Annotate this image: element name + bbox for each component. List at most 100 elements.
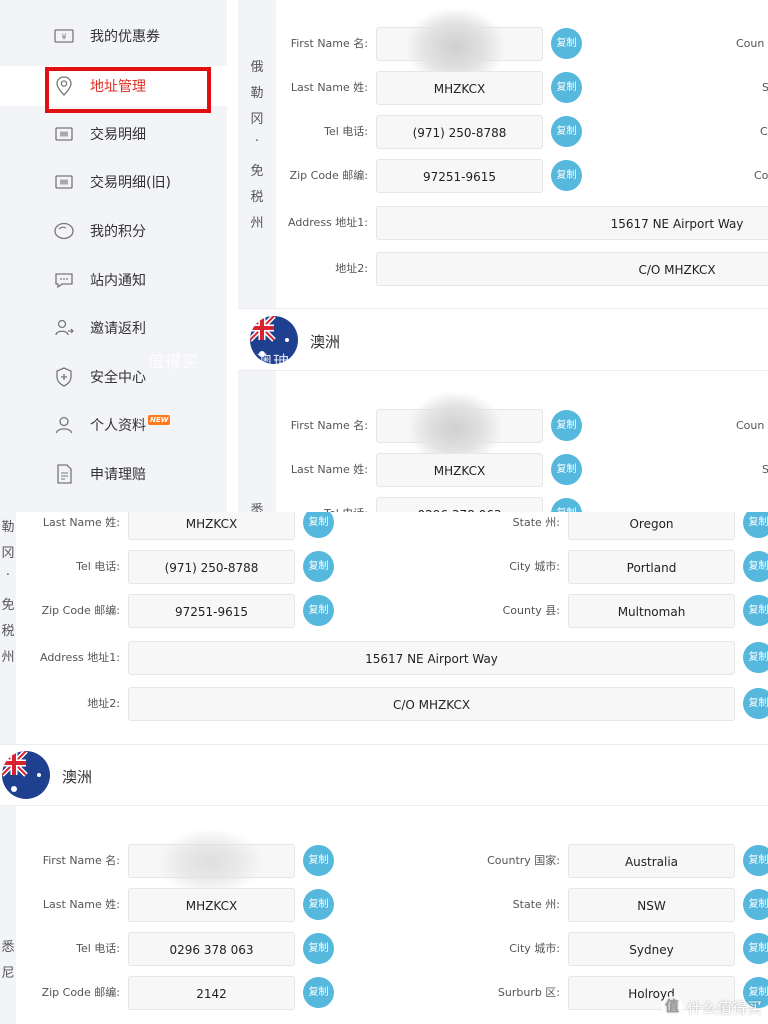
field-label: Co [754,169,768,182]
field-label: Tel 电话: [76,942,120,955]
top-screenshot: ¥ 我的优惠券 地址管理 交易明细 交易明细(旧) 我的积分 站内通知 邀请返利… [0,0,768,512]
highlight-box [45,67,211,113]
sidebar-item-invite[interactable]: 邀请返利 [0,308,227,348]
country-heading: 澳洲 [310,333,341,351]
sidebar-item-label: 个人资料 [90,418,146,434]
sidebar-item-notifications[interactable]: 站内通知 [0,260,227,300]
sidebar-item-label: 站内通知 [90,273,146,289]
copy-button[interactable]: 复制 [303,933,334,964]
sidebar-item-claims[interactable]: 申请理赔 [0,454,227,494]
address1-row: Address 地址1: 15617 NE Airport Way [238,206,768,240]
copy-button[interactable]: 复制 [303,512,334,538]
sidebar-item-transactions[interactable]: 交易明细 [0,114,227,154]
address2-field[interactable]: C/O MHZKCX [128,687,735,721]
last-name-field[interactable]: MHZKCX [376,453,543,487]
watermark-text: 值得买 [148,352,200,371]
account-sidebar: ¥ 我的优惠券 地址管理 交易明细 交易明细(旧) 我的积分 站内通知 邀请返利… [0,0,227,512]
tel-field[interactable]: 0296 378 063 [376,497,543,512]
copy-button[interactable]: 复制 [551,28,582,59]
copy-button[interactable]: 复制 [551,160,582,191]
state-field[interactable]: NSW [568,888,735,922]
first-name-row: First Name 名: 复制 Coun [238,9,768,85]
receipt-icon [53,171,75,193]
australia-flag-icon [2,751,50,799]
field-label: Zip Code 邮编: [41,604,120,617]
field-label: Coun [736,37,765,50]
copy-button[interactable]: 复制 [743,933,768,964]
last-name-row: Last Name 姓: MHZKCX 复制 State 州: Oregon 复… [0,512,768,540]
field-label: State 州: [512,898,560,911]
copy-button[interactable]: 复制 [743,512,768,538]
zip-field[interactable]: 2142 [128,976,295,1010]
county-field[interactable]: Multnomah [568,594,735,628]
copy-button[interactable]: 复制 [743,551,768,582]
section-divider [238,370,768,371]
last-name-field[interactable]: MHZKCX [376,71,543,105]
copy-button[interactable]: 复制 [743,595,768,626]
address1-field[interactable]: 15617 NE Airport Way [128,641,735,675]
city-field[interactable]: Sydney [568,932,735,966]
field-label: S [762,463,768,476]
last-name-field[interactable]: MHZKCX [128,888,295,922]
sidebar-item-label: 安全中心 [90,370,146,386]
sidebar-item-points[interactable]: 我的积分 [0,211,227,251]
copy-button[interactable]: 复制 [303,845,334,876]
bottom-screenshot: 勒 冈 · 免 税 州 Last Name 姓: MHZKCX 复制 State… [0,512,768,1024]
address2-row: 地址2: C/O MHZKCX 复制 [0,687,768,721]
sidebar-item-label: 我的积分 [90,224,146,240]
zip-field[interactable]: 97251-9615 [128,594,295,628]
sidebar-item-transactions-old[interactable]: 交易明细(旧) [0,162,227,202]
field-label: Tel 电话: [276,497,368,512]
field-label: Zip Code 邮编: [41,986,120,999]
zip-field[interactable]: 97251-9615 [376,159,543,193]
copy-button[interactable]: 复制 [551,410,582,441]
city-field[interactable]: Portland [568,550,735,584]
sidebar-item-label: 交易明细(旧) [90,175,171,191]
copy-button[interactable]: 复制 [303,889,334,920]
country-field[interactable]: Australia [568,844,735,878]
sidebar-item-label: 我的优惠券 [90,29,160,45]
address1-field[interactable]: 15617 NE Airport Way [376,206,768,240]
field-label: Tel 电话: [324,125,368,138]
tel-field[interactable]: (971) 250-8788 [376,115,543,149]
sidebar-item-profile[interactable]: 个人资料 NEW [0,405,227,445]
copy-button[interactable]: 复制 [303,551,334,582]
field-label: First Name 名: [290,419,368,432]
field-label: Address 地址1: [39,651,120,664]
sidebar-item-coupons[interactable]: ¥ 我的优惠券 [0,16,227,56]
copy-button[interactable]: 复制 [551,454,582,485]
last-name-field[interactable]: MHZKCX [128,512,295,540]
copy-button[interactable]: 复制 [743,845,768,876]
invite-icon [53,317,75,339]
claim-icon [53,463,75,485]
copy-button[interactable]: 复制 [743,688,768,719]
tel-field[interactable]: 0296 378 063 [128,932,295,966]
tel-row: Tel 电话: (971) 250-8788 复制 C [238,115,768,149]
field-label: City 城市: [509,560,560,573]
field-label: City 城市: [509,942,560,955]
au-first-name-row: First Name 名: 复制 Country 国家: Australia 复… [0,830,768,894]
state-field[interactable]: Oregon [568,512,735,540]
copy-button[interactable]: 复制 [743,889,768,920]
field-label: Last Name 姓: [290,463,368,476]
site-watermark-text: 什么值得买 [686,998,762,1017]
copy-button[interactable]: 复制 [303,977,334,1008]
field-label: Last Name 姓: [42,898,120,911]
copy-button[interactable]: 复制 [551,116,582,147]
section-divider [0,744,768,745]
copy-button[interactable]: 复制 [303,595,334,626]
au-tel-row: Tel 电话: 0296 378 063 复制 [238,497,768,512]
sidebar-item-label: 邀请返利 [90,321,146,337]
field-label: S [762,81,768,94]
zip-row: Zip Code 邮编: 97251-9615 复制 County 县: Mul… [0,594,768,628]
copy-button[interactable]: 复制 [551,72,582,103]
copy-button[interactable]: 复制 [551,498,582,512]
field-label: State 州: [512,516,560,529]
tel-field[interactable]: (971) 250-8788 [128,550,295,584]
receipt-icon [53,123,75,145]
copy-button[interactable]: 复制 [743,642,768,673]
field-label: Last Name 姓: [290,81,368,94]
sidebar-item-label: 交易明细 [90,127,146,143]
field-label: 地址2: [87,697,120,710]
address2-field[interactable]: C/O MHZKCX [376,252,768,286]
